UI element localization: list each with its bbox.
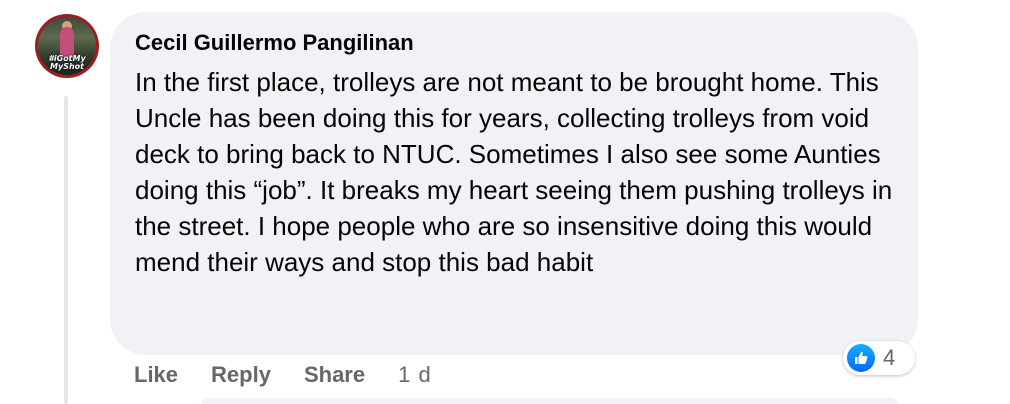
comment-body-text: In the first place, trolleys are not mea… (135, 67, 893, 277)
avatar[interactable]: #iGotMy MyShot (35, 14, 99, 78)
comment-timestamp[interactable]: 1 d (398, 362, 432, 388)
avatar-frame-text-line-2: MyShot (50, 62, 84, 71)
share-button[interactable]: Share (304, 362, 365, 388)
avatar-photo: #iGotMy MyShot (38, 17, 96, 75)
comment-actions: Like Reply Share 1 d (134, 360, 432, 390)
reaction-summary[interactable]: 4 (843, 341, 915, 375)
comment-bubble: Cecil Guillermo Pangilinan In the first … (110, 12, 918, 355)
thread-connector-line (64, 96, 68, 404)
thumbs-up-icon (847, 344, 875, 372)
avatar-person-body (60, 27, 74, 57)
reply-button[interactable]: Reply (211, 362, 271, 388)
reaction-count: 4 (883, 345, 896, 370)
comment-thread: #iGotMy MyShot Cecil Guillermo Pangilina… (0, 0, 1010, 404)
like-button[interactable]: Like (134, 362, 178, 388)
next-comment-bubble-edge (200, 398, 900, 404)
comment-author-name[interactable]: Cecil Guillermo Pangilinan (135, 30, 892, 56)
